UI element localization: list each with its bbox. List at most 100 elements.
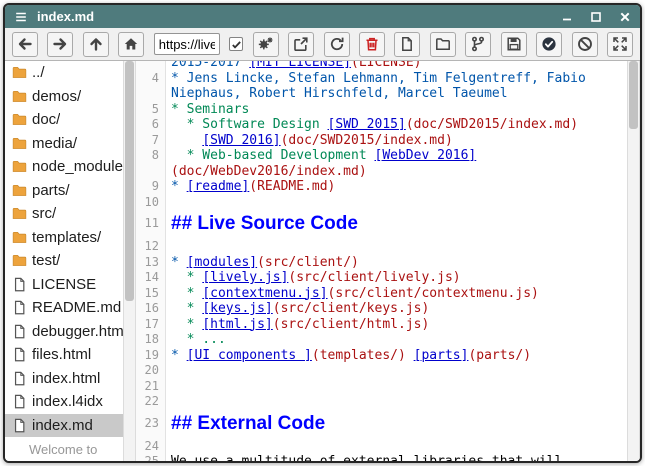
menu-icon[interactable] xyxy=(14,10,28,24)
code-line[interactable]: Niephaus, Robert Hirschfeld, Marcel Taeu… xyxy=(136,86,627,102)
sidebar-item-license[interactable]: LICENSE xyxy=(5,273,123,297)
code-line[interactable]: 10 xyxy=(136,195,627,211)
file-icon xyxy=(12,300,27,315)
sidebar-item-debugger-html[interactable]: debugger.html xyxy=(5,320,123,344)
cancel-button[interactable] xyxy=(572,32,598,57)
sidebar-item-index-l4idx[interactable]: index.l4idx xyxy=(5,390,123,414)
sidebar-item-doc[interactable]: doc/ xyxy=(5,108,123,132)
titlebar[interactable]: index.md xyxy=(5,5,640,28)
sidebar-item-demos[interactable]: demos/ xyxy=(5,85,123,109)
line-number: 6 xyxy=(136,117,166,133)
new-file-button[interactable] xyxy=(394,32,420,57)
folder-icon xyxy=(12,206,27,221)
code-line[interactable]: 6 * Software Design [SWD 2015](doc/SWD20… xyxy=(136,117,627,133)
line-text: * Software Design [SWD 2015](doc/SWD2015… xyxy=(166,117,627,133)
fullscreen-button[interactable] xyxy=(607,32,633,57)
file-name: test/ xyxy=(32,252,60,269)
code-line[interactable]: 20 xyxy=(136,363,627,379)
line-text xyxy=(166,195,627,211)
maximize-button[interactable] xyxy=(590,11,602,23)
code-line[interactable]: 7 [SWD 2016](doc/SWD2015/index.md) xyxy=(136,133,627,149)
code-line[interactable]: 24 xyxy=(136,439,627,455)
line-text xyxy=(166,363,627,379)
maximize-icon xyxy=(590,11,602,23)
line-text xyxy=(166,394,627,410)
line-text xyxy=(166,379,627,395)
new-folder-button[interactable] xyxy=(430,32,456,57)
sidebar-item-media[interactable]: media/ xyxy=(5,132,123,156)
code-line[interactable]: 17 * [html.js](src/client/html.js) xyxy=(136,317,627,333)
code-line[interactable]: 4* Jens Lincke, Stefan Lehmann, Tim Felg… xyxy=(136,71,627,87)
delete-button[interactable] xyxy=(359,32,385,57)
code-line[interactable]: (doc/WebDev2016/index.md) xyxy=(136,164,627,180)
back-button[interactable] xyxy=(12,32,38,57)
editor[interactable]: 2015-2017 [MIT LICENSE](LICENSE)4* Jens … xyxy=(136,61,627,461)
folder-icon xyxy=(12,183,27,198)
line-number: 19 xyxy=(136,348,166,364)
code-line[interactable]: 16 * [keys.js](src/client/keys.js) xyxy=(136,301,627,317)
line-text: 2015-2017 [MIT LICENSE](LICENSE) xyxy=(166,61,627,71)
line-number: 9 xyxy=(136,179,166,195)
file-name: media/ xyxy=(32,135,77,152)
scrollbar-thumb[interactable] xyxy=(629,61,638,129)
sidebar-item-test[interactable]: test/ xyxy=(5,249,123,273)
line-text: * Jens Lincke, Stefan Lehmann, Tim Felge… xyxy=(166,71,627,87)
sidebar-item-[interactable]: ../ xyxy=(5,61,123,85)
ban-icon xyxy=(577,36,593,52)
close-icon xyxy=(619,11,631,23)
line-number: 7 xyxy=(136,133,166,149)
save-button[interactable] xyxy=(501,32,527,57)
code-line[interactable]: 18 * ... xyxy=(136,332,627,348)
code-line[interactable]: 12 xyxy=(136,239,627,255)
url-input[interactable] xyxy=(154,33,220,55)
close-button[interactable] xyxy=(619,11,631,23)
sidebar-item-index-md[interactable]: index.md xyxy=(5,414,123,438)
version-control-button[interactable] xyxy=(465,32,491,57)
code-line[interactable]: 8 * Web-based Development [WebDev 2016] xyxy=(136,148,627,164)
sidebar-scrollbar[interactable] xyxy=(123,61,136,461)
code-line[interactable]: 25We use a multitude of external librari… xyxy=(136,454,627,461)
minimize-icon xyxy=(561,11,573,23)
code-line[interactable]: 19* [UI components ](templates/) [parts]… xyxy=(136,348,627,364)
code-line[interactable]: 2015-2017 [MIT LICENSE](LICENSE) xyxy=(136,61,627,71)
folder-icon xyxy=(12,253,27,268)
minimize-button[interactable] xyxy=(561,11,573,23)
editor-scrollbar[interactable] xyxy=(627,61,640,461)
code-line[interactable]: 9* [readme](README.md) xyxy=(136,179,627,195)
up-button[interactable] xyxy=(83,32,109,57)
code-line[interactable]: 14 * [lively.js](src/client/lively.js) xyxy=(136,270,627,286)
arrow-right-icon xyxy=(52,36,68,52)
line-number: 8 xyxy=(136,148,166,164)
sidebar-item-parts[interactable]: parts/ xyxy=(5,179,123,203)
settings-button[interactable] xyxy=(253,32,279,57)
code-fork-icon xyxy=(470,36,486,52)
code-line[interactable]: 15 * [contextmenu.js](src/client/context… xyxy=(136,286,627,302)
sidebar-item-files-html[interactable]: files.html xyxy=(5,343,123,367)
code-line[interactable]: 23## External Code xyxy=(136,410,627,439)
file-name: README.md xyxy=(32,299,121,316)
open-external-button[interactable] xyxy=(288,32,314,57)
file-list-panel: ../demos/doc/media/node_modules/parts/sr… xyxy=(5,61,123,461)
accept-button[interactable] xyxy=(536,32,562,57)
code-line[interactable]: 22 xyxy=(136,394,627,410)
home-button[interactable] xyxy=(118,32,144,57)
code-line[interactable]: 11## Live Source Code xyxy=(136,210,627,239)
code-line[interactable]: 21 xyxy=(136,379,627,395)
code-line[interactable]: 13* [modules](src/client/) xyxy=(136,255,627,271)
forward-button[interactable] xyxy=(47,32,73,57)
main-content: ../demos/doc/media/node_modules/parts/sr… xyxy=(5,61,640,461)
sidebar-item-index-html[interactable]: index.html xyxy=(5,367,123,391)
sidebar-item-readme-md[interactable]: README.md xyxy=(5,296,123,320)
refresh-button[interactable] xyxy=(324,32,350,57)
sidebar-item-templates[interactable]: templates/ xyxy=(5,226,123,250)
line-number xyxy=(136,164,166,180)
line-text: * [modules](src/client/) xyxy=(166,255,627,271)
deps-checkbox[interactable] xyxy=(229,37,243,51)
code-line[interactable]: 5* Seminars xyxy=(136,102,627,118)
sidebar-item-node-modules[interactable]: node_modules/ xyxy=(5,155,123,179)
sidebar-item-src[interactable]: src/ xyxy=(5,202,123,226)
line-text: (doc/WebDev2016/index.md) xyxy=(166,164,627,180)
scrollbar-thumb[interactable] xyxy=(125,61,134,301)
line-number: 17 xyxy=(136,317,166,333)
home-icon xyxy=(123,36,139,52)
